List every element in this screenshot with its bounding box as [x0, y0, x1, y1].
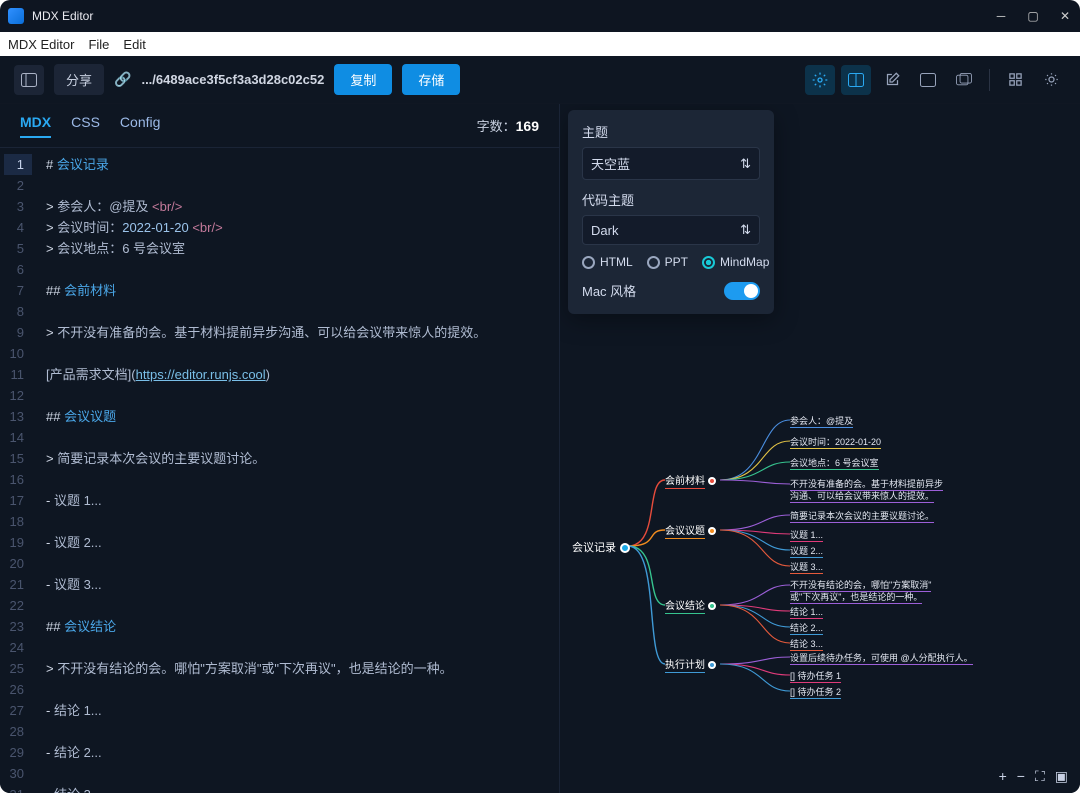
mindmap-leaf[interactable]: 议题 1... [790, 528, 823, 541]
save-button[interactable]: 存储 [402, 64, 460, 95]
document-path: .../6489ace3f5cf3a3d28c02c52 [141, 72, 324, 87]
preview-pane: 主题 天空蓝⇅ 代码主题 Dark⇅ HTML PPT MindMap Mac … [560, 104, 1080, 793]
mindmap-leaf[interactable]: 不开没有准备的会。基于材料提前异步沟通、可以给会议带来惊人的提效。 [790, 478, 1050, 502]
layout-overlap-icon[interactable] [949, 65, 979, 95]
mindmap-leaf[interactable]: [] 待办任务 1 [790, 669, 841, 682]
theme-label: 主题 [582, 122, 760, 141]
tab-config[interactable]: Config [120, 114, 160, 138]
tab-css[interactable]: CSS [71, 114, 100, 138]
app-icon [8, 8, 24, 24]
editor-pane: MDX CSS Config 字数：169 123456789101112131… [0, 104, 560, 793]
mindmap-root[interactable]: 会议记录 [572, 539, 630, 555]
mac-style-label: Mac 风格 [582, 281, 636, 300]
mindmap-branch[interactable]: 会议结论 [665, 597, 716, 614]
layout-single-icon[interactable] [913, 65, 943, 95]
window-maximize[interactable]: ▢ [1026, 9, 1040, 23]
mindmap-leaf[interactable]: 参会人：@提及 [790, 414, 853, 427]
center-icon[interactable]: ▣ [1055, 768, 1068, 785]
mindmap-leaf[interactable]: [] 待办任务 2 [790, 685, 841, 698]
mindmap-leaf[interactable]: 会议时间：2022-01-20 [790, 435, 881, 448]
mindmap-leaf[interactable]: 结论 2... [790, 621, 823, 634]
layout-split-icon[interactable] [841, 65, 871, 95]
menu-file[interactable]: File [88, 37, 109, 52]
settings-icon[interactable] [805, 65, 835, 95]
window-close[interactable]: ✕ [1058, 9, 1072, 23]
radio-html[interactable]: HTML [582, 255, 633, 269]
settings-popover: 主题 天空蓝⇅ 代码主题 Dark⇅ HTML PPT MindMap Mac … [568, 110, 774, 314]
mindmap-leaf[interactable]: 设置后续待办任务，可使用 @人分配执行人。 [790, 651, 973, 664]
chevron-updown-icon: ⇅ [740, 156, 751, 172]
sidebar-toggle-icon[interactable] [14, 65, 44, 95]
window-minimize[interactable]: ─ [994, 9, 1008, 23]
zoom-in-icon[interactable]: + [999, 768, 1007, 785]
menubar: MDX Editor File Edit [0, 32, 1080, 56]
chevron-updown-icon: ⇅ [740, 222, 751, 238]
mindmap-leaf[interactable]: 结论 1... [790, 605, 823, 618]
code-theme-label: 代码主题 [582, 190, 760, 209]
menu-app[interactable]: MDX Editor [8, 37, 74, 52]
word-count: 字数：169 [477, 116, 539, 135]
preview-tools: + − ⛶ ▣ [999, 768, 1068, 785]
mindmap-leaf[interactable]: 不开没有结论的会，哪怕"方案取消"或"下次再议"，也是结论的一种。 [790, 579, 1050, 603]
tab-mdx[interactable]: MDX [20, 114, 51, 138]
radio-mindmap[interactable]: MindMap [702, 255, 769, 269]
mindmap-branch[interactable]: 会前材料 [665, 472, 716, 489]
menu-edit[interactable]: Edit [123, 37, 145, 52]
fit-icon[interactable]: ⛶ [1035, 768, 1045, 785]
mindmap-leaf[interactable]: 简要记录本次会议的主要议题讨论。 [790, 509, 934, 522]
share-button[interactable]: 分享 [54, 64, 104, 95]
edit-icon[interactable] [877, 65, 907, 95]
link-icon: 🔗 [114, 71, 131, 88]
mindmap-branch[interactable]: 会议议题 [665, 522, 716, 539]
mindmap-leaf[interactable]: 结论 3... [790, 637, 823, 650]
toolbar: 分享 🔗 .../6489ace3f5cf3a3d28c02c52 复制 存储 [0, 56, 1080, 104]
code-editor[interactable]: 1234567891011121314151617181920212223242… [0, 148, 559, 793]
copy-button[interactable]: 复制 [334, 64, 392, 95]
grid-icon[interactable] [1000, 65, 1030, 95]
mindmap-leaf[interactable]: 议题 3... [790, 560, 823, 573]
app-title: MDX Editor [32, 9, 93, 23]
mac-style-switch[interactable] [724, 282, 760, 300]
zoom-out-icon[interactable]: − [1017, 768, 1025, 785]
titlebar: MDX Editor ─ ▢ ✕ [0, 0, 1080, 32]
code-theme-select[interactable]: Dark⇅ [582, 215, 760, 245]
mindmap-leaf[interactable]: 会议地点：6 号会议室 [790, 456, 879, 469]
radio-ppt[interactable]: PPT [647, 255, 688, 269]
theme-select[interactable]: 天空蓝⇅ [582, 147, 760, 180]
mindmap-leaf[interactable]: 议题 2... [790, 544, 823, 557]
mindmap-branch[interactable]: 执行计划 [665, 656, 716, 673]
theme-toggle-icon[interactable] [1036, 65, 1066, 95]
